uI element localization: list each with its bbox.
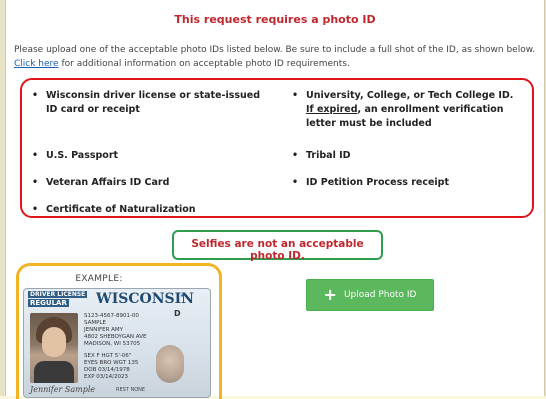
license-type-line2: REGULAR xyxy=(28,299,69,307)
face-shape xyxy=(42,327,66,357)
list-item: • U.S. Passport xyxy=(32,149,262,163)
acceptable-ids-box: • Wisconsin driver license or state-issu… xyxy=(20,78,534,218)
list-item: • Tribal ID xyxy=(292,149,528,163)
license-detail-line: JENNIFER AMY xyxy=(84,327,124,333)
list-item-label: ID Petition Process receipt xyxy=(306,177,449,188)
license-detail-line: SEX F HGT 5'-06" xyxy=(84,353,132,359)
license-type-line1: DRIVER LICENSE xyxy=(28,291,88,298)
if-expired-label: If expired xyxy=(306,104,358,115)
intro-paragraph: Please upload one of the acceptable phot… xyxy=(14,43,544,71)
list-item-label: U.S. Passport xyxy=(46,150,119,161)
license-detail-line: S123-4567-8901-00 xyxy=(84,313,139,319)
license-details: S123-4567-8901-00 SAMPLE JENNIFER AMY 48… xyxy=(84,313,146,348)
list-item: • Certificate of Naturalization xyxy=(32,203,262,217)
plus-icon: + xyxy=(323,285,337,304)
list-item-label: Veteran Affairs ID Card xyxy=(46,177,170,188)
upload-button-label: Upload Photo ID xyxy=(343,290,417,300)
license-detail-line: DOB 03/14/1978 xyxy=(84,367,130,373)
flag-icon: ★ xyxy=(180,293,185,299)
license-detail-line: MADISON, WI 53705 xyxy=(84,341,141,347)
license-restrictions: REST NONE xyxy=(116,387,146,393)
bullet-icon: • xyxy=(32,150,39,161)
intro-text: Please upload one of the acceptable phot… xyxy=(14,45,536,55)
example-box: EXAMPLE: DRIVER LICENSE REGULAR WISCONSI… xyxy=(16,263,222,399)
list-item-label: University, College, or Tech College ID. xyxy=(306,90,514,101)
click-here-link[interactable]: Click here xyxy=(14,59,59,69)
license-signature: Jennifer Sample xyxy=(30,385,96,394)
bullet-icon: • xyxy=(32,177,39,188)
list-item-label: Wisconsin driver license or state-issued… xyxy=(46,90,261,115)
list-item: • University, College, or Tech College I… xyxy=(292,89,528,131)
license-detail-line: EXP 03/14/2023 xyxy=(84,374,129,380)
list-item: • Veteran Affairs ID Card xyxy=(32,176,262,190)
intro-text-after: for additional information on acceptable… xyxy=(61,59,350,69)
photo-id-panel: This request requires a photo ID Please … xyxy=(5,0,545,399)
selfie-warning-box: Selfies are not an acceptable photo ID. xyxy=(172,230,383,262)
license-photo xyxy=(30,313,78,383)
license-class: D xyxy=(174,309,181,318)
list-item-label: Tribal ID xyxy=(306,150,351,161)
list-item: • Wisconsin driver license or state-issu… xyxy=(32,89,262,117)
upload-photo-id-button[interactable]: + Upload Photo ID xyxy=(306,279,434,311)
bullet-icon: • xyxy=(32,204,39,215)
selfie-warning: Selfies are not an acceptable photo ID. xyxy=(191,238,364,262)
license-details-2: SEX F HGT 5'-06" EYES BRO WGT 135 DOB 03… xyxy=(84,353,138,381)
license-detail-line: 4802 SHEBOYGAN AVE xyxy=(84,334,147,340)
example-label: EXAMPLE: xyxy=(75,274,123,284)
list-item: • ID Petition Process receipt xyxy=(292,176,528,190)
license-detail-line: EYES BRO WGT 135 xyxy=(84,360,139,366)
bullet-icon: • xyxy=(292,150,299,161)
bullet-icon: • xyxy=(32,90,39,101)
ghost-photo xyxy=(156,345,184,383)
example-license-image: DRIVER LICENSE REGULAR WISCONSIN ★ D S12… xyxy=(23,288,211,398)
bullet-icon: • xyxy=(292,90,299,101)
body-shape xyxy=(34,361,74,383)
bullet-icon: • xyxy=(292,177,299,188)
license-detail-line: SAMPLE xyxy=(84,320,106,326)
list-item-label: Certificate of Naturalization xyxy=(46,204,196,215)
page-title: This request requires a photo ID xyxy=(174,13,376,26)
